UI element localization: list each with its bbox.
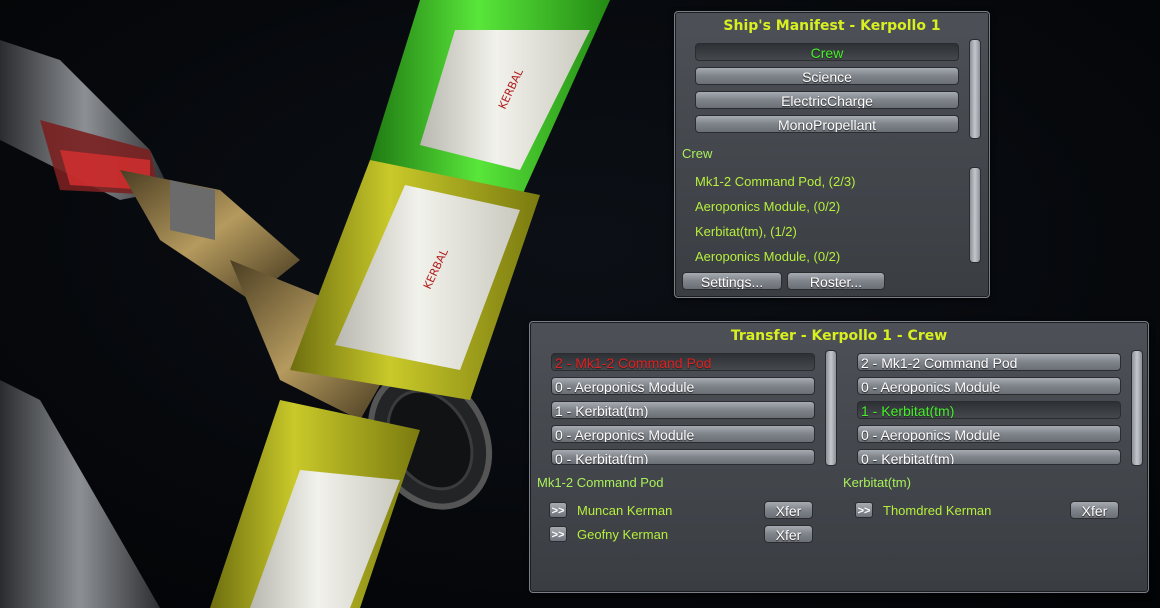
select-crew-arrow-button[interactable]: >> xyxy=(855,502,873,518)
resource-monopropellant-button[interactable]: MonoPropellant xyxy=(695,115,959,133)
target-list-scrollbar[interactable] xyxy=(1131,350,1143,466)
select-crew-arrow-button[interactable]: >> xyxy=(549,502,567,518)
target-part-button[interactable]: 0 - Aeroponics Module xyxy=(857,377,1121,395)
xfer-button[interactable]: Xfer xyxy=(764,501,813,519)
manifest-part-item[interactable]: Aeroponics Module, (0/2) xyxy=(695,199,840,214)
source-crew-name: Muncan Kerman xyxy=(577,503,673,518)
source-part-button[interactable]: 0 - Kerbitat(tm) xyxy=(551,449,815,465)
source-part-button[interactable]: 1 - Kerbitat(tm) xyxy=(551,401,815,419)
manifest-section-label: Crew xyxy=(682,146,713,161)
resource-electriccharge-button[interactable]: ElectricCharge xyxy=(695,91,959,109)
parts-list-scrollbar[interactable] xyxy=(969,167,981,263)
target-part-button[interactable]: 0 - Aeroponics Module xyxy=(857,425,1121,443)
roster-button[interactable]: Roster... xyxy=(787,272,885,290)
manifest-title: Ship's Manifest - Kerpollo 1 xyxy=(723,18,941,34)
settings-button[interactable]: Settings... xyxy=(682,272,782,290)
source-selected-part-label: Mk1-2 Command Pod xyxy=(537,475,664,490)
source-part-button[interactable]: 0 - Aeroponics Module xyxy=(551,377,815,395)
transfer-title: Transfer - Kerpollo 1 - Crew xyxy=(730,328,948,344)
manifest-part-item[interactable]: Mk1-2 Command Pod, (2/3) xyxy=(695,174,855,189)
target-part-button[interactable]: 1 - Kerbitat(tm) xyxy=(857,401,1121,419)
manifest-part-item[interactable]: Aeroponics Module, (0/2) xyxy=(695,249,840,264)
resource-crew-button[interactable]: Crew xyxy=(695,43,959,61)
target-part-button[interactable]: 2 - Mk1-2 Command Pod xyxy=(857,353,1121,371)
target-crew-name: Thomdred Kerman xyxy=(883,503,992,518)
source-crew-name: Geofny Kerman xyxy=(577,527,669,542)
source-part-button[interactable]: 2 - Mk1-2 Command Pod xyxy=(551,353,815,371)
source-part-button[interactable]: 0 - Aeroponics Module xyxy=(551,425,815,443)
xfer-button[interactable]: Xfer xyxy=(1070,501,1119,519)
manifest-part-item[interactable]: Kerbitat(tm), (1/2) xyxy=(695,224,797,239)
resource-list-scrollbar[interactable] xyxy=(969,39,981,139)
xfer-button[interactable]: Xfer xyxy=(764,525,813,543)
manifest-window: Ship's Manifest - Kerpollo 1 Crew Scienc… xyxy=(674,11,990,298)
transfer-window: Transfer - Kerpollo 1 - Crew 2 - Mk1-2 C… xyxy=(529,321,1149,593)
source-list-scrollbar[interactable] xyxy=(825,350,837,466)
target-selected-part-label: Kerbitat(tm) xyxy=(843,475,911,490)
resource-science-button[interactable]: Science xyxy=(695,67,959,85)
target-part-button[interactable]: 0 - Kerbitat(tm) xyxy=(857,449,1121,465)
select-crew-arrow-button[interactable]: >> xyxy=(549,526,567,542)
